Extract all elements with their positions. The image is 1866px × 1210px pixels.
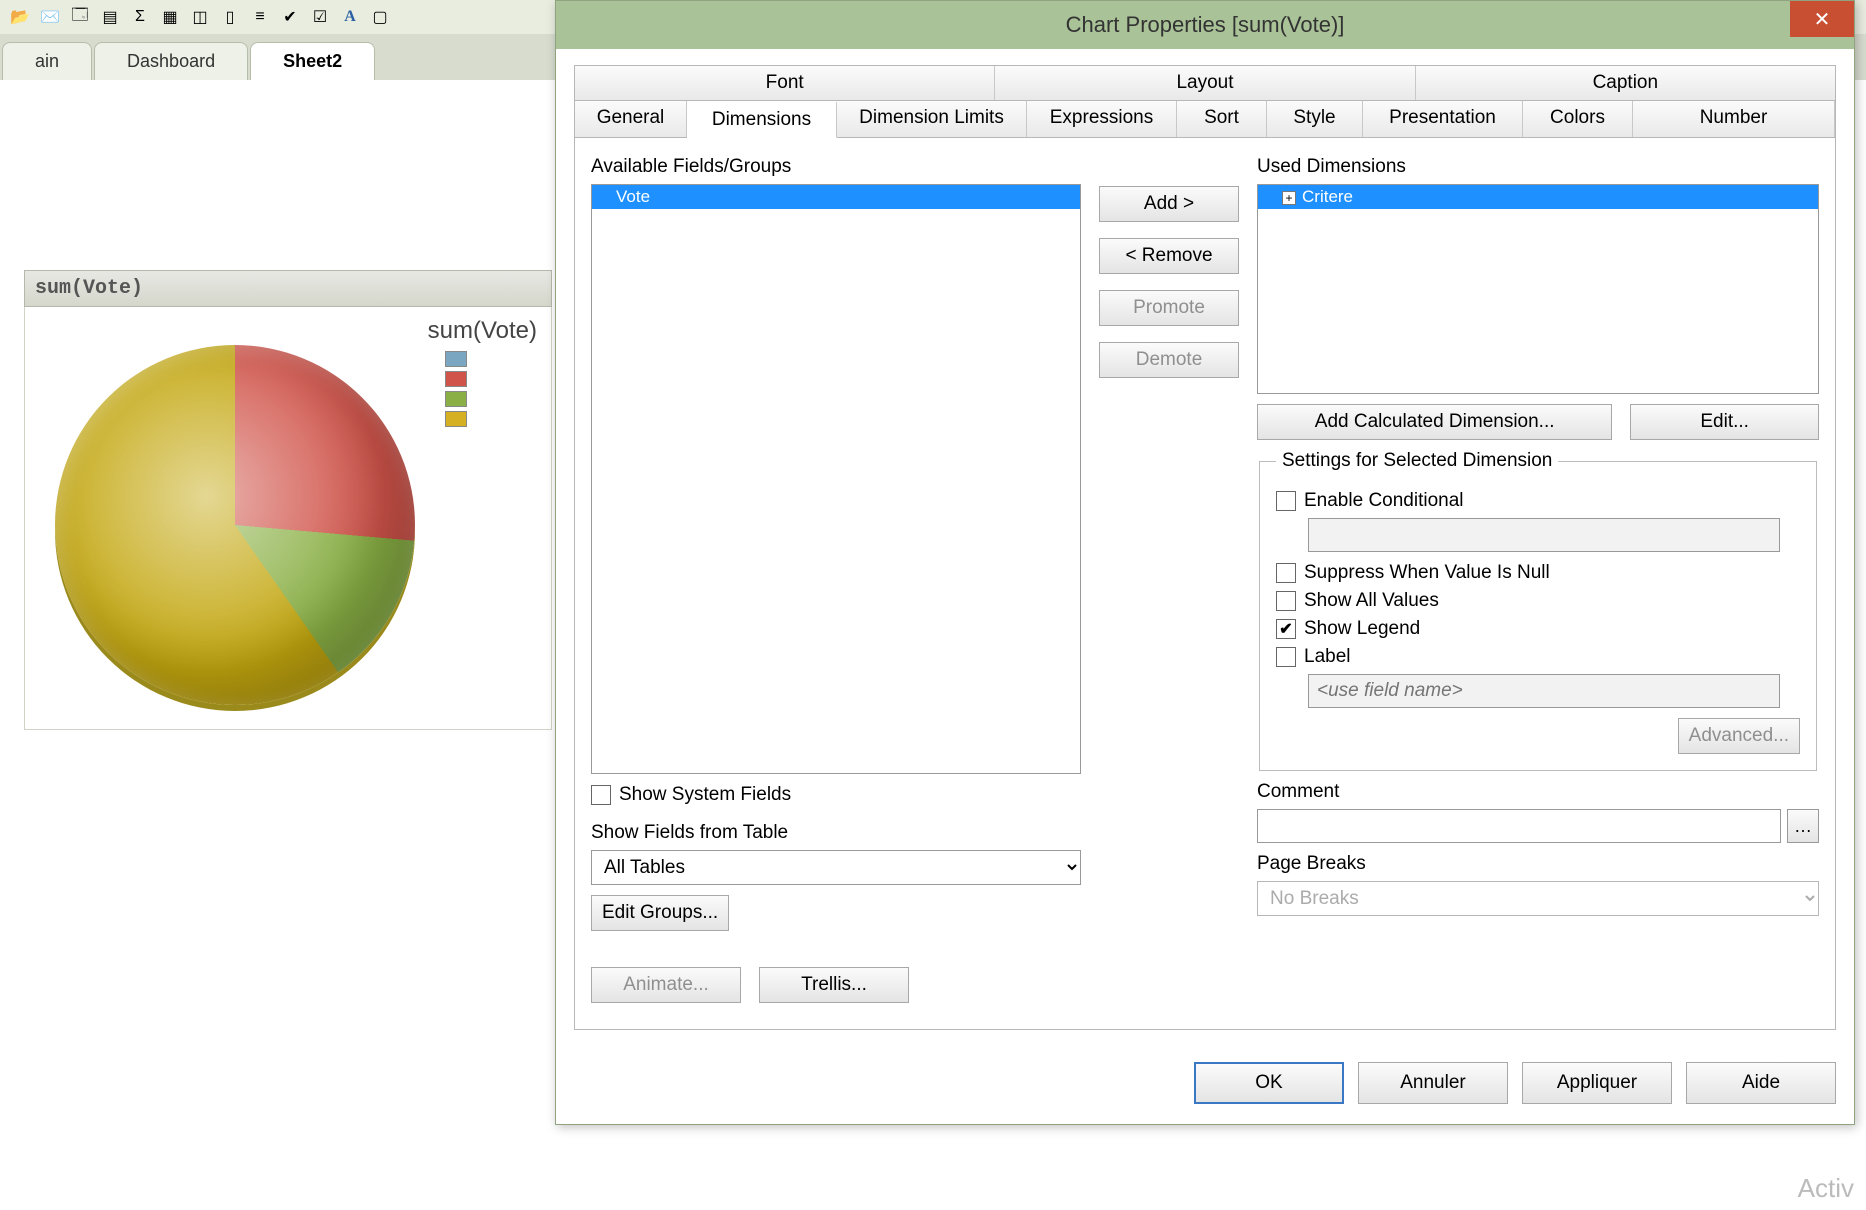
help-button[interactable]: Aide (1686, 1062, 1836, 1104)
edit-groups-button[interactable]: Edit Groups... (591, 895, 729, 931)
ok-button[interactable]: OK (1194, 1062, 1344, 1104)
tab-font[interactable]: Font (575, 66, 995, 100)
show-system-fields-checkbox[interactable] (591, 785, 611, 805)
chart-titlebar[interactable]: sum(Vote) (24, 270, 552, 307)
text-icon[interactable]: A (336, 4, 364, 30)
page-breaks-select[interactable]: No Breaks (1257, 881, 1819, 916)
show-system-fields-label: Show System Fields (619, 784, 791, 806)
chart-icon[interactable]: ◫ (186, 4, 214, 30)
animate-button[interactable]: Animate... (591, 967, 741, 1003)
label-field (1308, 674, 1780, 708)
tab-dimensions[interactable]: Dimensions (687, 101, 837, 138)
line-icon[interactable]: ≡ (246, 4, 274, 30)
show-legend-label: Show Legend (1304, 618, 1420, 640)
promote-button[interactable]: Promote (1099, 290, 1239, 326)
open-icon[interactable]: 📂 (6, 4, 34, 30)
new-icon[interactable]: 🗔 (66, 4, 94, 30)
close-icon: ✕ (1814, 7, 1831, 32)
tabs-upper-row: Font Layout Caption (574, 65, 1836, 100)
sheet-tab-sheet2[interactable]: Sheet2 (250, 42, 375, 80)
tab-caption[interactable]: Caption (1416, 66, 1835, 100)
windows-activation-watermark: Activ (1798, 1173, 1854, 1204)
legend-swatch-2 (445, 391, 467, 407)
legend-swatch-0 (445, 351, 467, 367)
chart-properties-dialog: Chart Properties [sum(Vote)] ✕ Font Layo… (555, 0, 1855, 1125)
sheet-tab-main[interactable]: ain (2, 42, 92, 80)
tab-number[interactable]: Number (1633, 101, 1835, 137)
tab-general[interactable]: General (575, 101, 687, 137)
show-legend-checkbox[interactable]: ✔ (1276, 619, 1296, 639)
sheet-tab-dashboard[interactable]: Dashboard (94, 42, 248, 80)
available-fields-label: Available Fields/Groups (591, 156, 1081, 178)
demote-button[interactable]: Demote (1099, 342, 1239, 378)
trellis-button[interactable]: Trellis... (759, 967, 909, 1003)
used-dimensions-label: Used Dimensions (1257, 156, 1819, 178)
pie-chart (55, 345, 415, 705)
check2-icon[interactable]: ☑ (306, 4, 334, 30)
comment-ellipsis-button[interactable]: … (1787, 809, 1819, 843)
legend-swatch-3 (445, 411, 467, 427)
dialog-titlebar[interactable]: Chart Properties [sum(Vote)] ✕ (556, 1, 1854, 49)
show-fields-from-table-label: Show Fields from Table (591, 822, 1081, 844)
page-breaks-label: Page Breaks (1257, 853, 1819, 875)
show-all-values-label: Show All Values (1304, 590, 1439, 612)
used-item-critere[interactable]: +Critere (1258, 185, 1818, 209)
tabs-lower-row: General Dimensions Dimension Limits Expr… (574, 100, 1836, 138)
show-fields-from-table-select[interactable]: All Tables (591, 850, 1081, 885)
suppress-null-label: Suppress When Value Is Null (1304, 562, 1550, 584)
edit-dimension-button[interactable]: Edit... (1630, 404, 1819, 440)
chart-inner-title: sum(Vote) (25, 307, 551, 345)
chart-legend (445, 345, 467, 427)
box-icon[interactable]: ▢ (366, 4, 394, 30)
tab-colors[interactable]: Colors (1523, 101, 1633, 137)
enable-conditional-field (1308, 518, 1780, 552)
dialog-footer: OK Annuler Appliquer Aide (556, 1048, 1854, 1124)
label-checkbox[interactable] (1276, 647, 1296, 667)
tab-presentation[interactable]: Presentation (1363, 101, 1523, 137)
settings-for-selected-dimension: Settings for Selected Dimension Enable C… (1259, 450, 1817, 771)
available-item-vote[interactable]: Vote (592, 185, 1080, 209)
add-calculated-dimension-button[interactable]: Add Calculated Dimension... (1257, 404, 1612, 440)
label-label: Label (1304, 646, 1351, 668)
comment-label: Comment (1257, 781, 1819, 803)
send-icon[interactable]: ✉️ (36, 4, 64, 30)
advanced-button[interactable]: Advanced... (1678, 718, 1800, 754)
tab-style[interactable]: Style (1267, 101, 1363, 137)
dialog-title: Chart Properties [sum(Vote)] (1066, 12, 1345, 38)
bar-icon[interactable]: ▯ (216, 4, 244, 30)
add-button[interactable]: Add > (1099, 186, 1239, 222)
tab-sort[interactable]: Sort (1177, 101, 1267, 137)
chart-body: sum(Vote) (24, 307, 552, 730)
cancel-button[interactable]: Annuler (1358, 1062, 1508, 1104)
apply-button[interactable]: Appliquer (1522, 1062, 1672, 1104)
enable-conditional-checkbox[interactable] (1276, 491, 1296, 511)
comment-field[interactable] (1257, 809, 1781, 843)
enable-conditional-label: Enable Conditional (1304, 490, 1464, 512)
show-all-values-checkbox[interactable] (1276, 591, 1296, 611)
tab-dimension-limits[interactable]: Dimension Limits (837, 101, 1027, 137)
sheet-icon[interactable]: ▤ (96, 4, 124, 30)
check-icon[interactable]: ✔ (276, 4, 304, 30)
dimensions-tab-page: Available Fields/Groups Vote Show System… (574, 138, 1836, 1030)
suppress-null-checkbox[interactable] (1276, 563, 1296, 583)
settings-legend: Settings for Selected Dimension (1276, 450, 1558, 472)
close-button[interactable]: ✕ (1790, 1, 1854, 37)
table-icon[interactable]: ▦ (156, 4, 184, 30)
pie-chart-object[interactable]: sum(Vote) sum(Vote) (24, 270, 552, 730)
used-dimensions-list[interactable]: +Critere (1257, 184, 1819, 394)
tab-expressions[interactable]: Expressions (1027, 101, 1177, 137)
sigma-icon[interactable]: Σ (126, 4, 154, 30)
expand-icon[interactable]: + (1282, 191, 1296, 205)
available-fields-list[interactable]: Vote (591, 184, 1081, 774)
tab-layout[interactable]: Layout (995, 66, 1415, 100)
remove-button[interactable]: < Remove (1099, 238, 1239, 274)
legend-swatch-1 (445, 371, 467, 387)
